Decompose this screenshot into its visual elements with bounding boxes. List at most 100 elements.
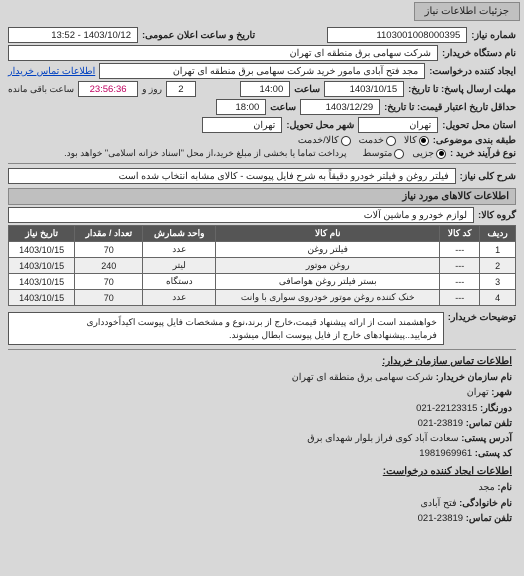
table-row: 4---خنک کننده روغن موتور خودروی سواری با… <box>9 290 516 306</box>
pay-note: پرداخت تماما یا بخشی از مبلغ خرید،از محل… <box>64 148 346 159</box>
table-row: 1---فیلتر روغنعدد701403/10/15 <box>9 242 516 258</box>
delivery-city: تهران <box>202 117 282 133</box>
contact-header: اطلاعات تماس سازمان خریدار: <box>12 354 512 370</box>
need-title-label: شرح کلی نیاز: <box>460 171 516 182</box>
org-value: شرکت سهامی برق منطقه ای تهران <box>292 372 433 383</box>
zip-value: 1981969961 <box>419 448 472 459</box>
table-cell: روغن موتور <box>216 258 440 274</box>
table-cell: عدد <box>143 242 216 258</box>
table-row: 3---بستر فیلتر روغن هواصافیدستگاه701403/… <box>9 274 516 290</box>
time-label-2: ساعت <box>270 102 296 113</box>
remain-time-label: ساعت باقی مانده <box>8 84 74 95</box>
req-no-label: شماره نیاز: <box>471 30 516 41</box>
validity-label: حداقل تاریخ اعتبار قیمت: تا تاریخ: <box>384 102 516 113</box>
name-label: نام: <box>497 482 512 493</box>
city-value: تهران <box>467 387 489 398</box>
table-header: تاریخ نیاز <box>9 226 75 242</box>
opt-goods-service: کالا/خدمت <box>298 135 339 146</box>
table-cell: --- <box>440 258 480 274</box>
table-header: ردیف <box>480 226 516 242</box>
table-cell: 4 <box>480 290 516 306</box>
creator-header: اطلاعات ایجاد کننده درخواست: <box>12 464 512 480</box>
cphone-value: 23819-021 <box>418 513 463 524</box>
delivery-state: تهران <box>358 117 438 133</box>
buyer-description: خواهشمند است از ارائه پیشنهاد قیمت،خارج … <box>8 312 444 345</box>
radio-goods[interactable] <box>419 136 429 146</box>
goods-table: ردیفکد کالانام کالاواحد شمارشتعداد / مقد… <box>8 225 516 306</box>
buy-type-label: نوع فرآیند خرید : <box>450 148 516 159</box>
table-cell: 1403/10/15 <box>9 290 75 306</box>
table-cell: 1 <box>480 242 516 258</box>
table-cell: --- <box>440 242 480 258</box>
cphone-label: تلفن تماس: <box>466 513 512 524</box>
remain-time: 23:56:36 <box>78 81 138 97</box>
creator-label: ایجاد کننده درخواست: <box>429 66 516 77</box>
divider-1 <box>8 163 516 164</box>
table-header: نام کالا <box>216 226 440 242</box>
tab-details[interactable]: جزئیات اطلاعات نیاز <box>414 2 520 21</box>
name-value: مجد <box>479 482 495 493</box>
radio-goods-service[interactable] <box>341 136 351 146</box>
deadline-label: مهلت ارسال پاسخ: تا تاریخ: <box>408 84 516 95</box>
table-cell: --- <box>440 274 480 290</box>
time-label-1: ساعت <box>294 84 320 95</box>
table-header: کد کالا <box>440 226 480 242</box>
validity-date: 1403/12/29 <box>300 99 380 115</box>
table-cell: 70 <box>75 274 143 290</box>
goods-type-group: کالا خدمت کالا/خدمت <box>298 135 429 146</box>
table-header: واحد شمارش <box>143 226 216 242</box>
org-label: نام سازمان خریدار: <box>436 372 512 383</box>
table-cell: 1403/10/15 <box>9 242 75 258</box>
table-cell: 1403/10/15 <box>9 274 75 290</box>
table-cell: 3 <box>480 274 516 290</box>
lname-value: فتح آبادی <box>420 498 456 509</box>
opt-service: خدمت <box>359 135 384 146</box>
buyer-label: نام دستگاه خریدار: <box>442 48 516 59</box>
buy-type-group: جزیی متوسط <box>363 148 447 159</box>
phone-label: تلفن تماس: <box>466 418 512 429</box>
opt-goods: کالا <box>404 135 417 146</box>
table-cell: بستر فیلتر روغن هواصافی <box>216 274 440 290</box>
announce-value: 1403/10/12 - 13:52 <box>8 27 138 43</box>
fax-value: 22123315-021 <box>416 403 477 414</box>
radio-medium[interactable] <box>394 149 404 159</box>
table-cell: 240 <box>75 258 143 274</box>
buyer-contact-link[interactable]: اطلاعات تماس خریدار <box>8 66 95 77</box>
divider-2 <box>8 349 516 350</box>
zip-label: کد پستی: <box>475 448 512 459</box>
contact-section: اطلاعات تماس سازمان خریدار: نام سازمان خ… <box>8 354 516 526</box>
table-row: 2---روغن موتورلیتر2401403/10/15 <box>9 258 516 274</box>
fax-label: دورنگار: <box>480 403 512 414</box>
desc-label: توضیحات خریدار: <box>448 312 516 323</box>
req-no-value: 1103001008000395 <box>327 27 467 43</box>
buyer-value: شرکت سهامی برق منطقه ای تهران <box>8 45 438 61</box>
delivery-state-label: استان محل تحویل: <box>442 120 516 131</box>
table-cell: 70 <box>75 242 143 258</box>
deadline-time: 14:00 <box>240 81 290 97</box>
table-cell: 2 <box>480 258 516 274</box>
announce-label: تاریخ و ساعت اعلان عمومی: <box>142 30 255 41</box>
table-cell: --- <box>440 290 480 306</box>
phone-value: 23819-021 <box>418 418 463 429</box>
remain-days: 2 <box>166 81 196 97</box>
goods-group: لوازم خودرو و ماشین آلات <box>8 207 474 223</box>
opt-medium: متوسط <box>363 148 393 159</box>
validity-time: 18:00 <box>216 99 266 115</box>
goods-info-header: اطلاعات کالاهای مورد نیاز <box>8 188 516 205</box>
radio-small[interactable] <box>436 149 446 159</box>
creator-value: مجد فتح آبادی مامور خرید شرکت سهامی برق … <box>99 63 425 79</box>
table-cell: فیلتر روغن <box>216 242 440 258</box>
radio-service[interactable] <box>386 136 396 146</box>
goods-group-label: گروه کالا: <box>478 210 516 221</box>
form-area: شماره نیاز: 1103001008000395 تاریخ و ساع… <box>0 21 524 530</box>
remain-days-label: روز و <box>142 84 162 95</box>
table-header: تعداد / مقدار <box>75 226 143 242</box>
table-cell: خنک کننده روغن موتور خودروی سواری با وان… <box>216 290 440 306</box>
city-label: شهر: <box>491 387 512 398</box>
table-cell: دستگاه <box>143 274 216 290</box>
table-cell: 70 <box>75 290 143 306</box>
addr-label: آدرس پستی: <box>461 433 512 444</box>
deadline-date: 1403/10/15 <box>324 81 404 97</box>
table-cell: 1403/10/15 <box>9 258 75 274</box>
addr-value: سعادت آباد کوی فراز بلوار شهدای برق <box>307 433 458 444</box>
